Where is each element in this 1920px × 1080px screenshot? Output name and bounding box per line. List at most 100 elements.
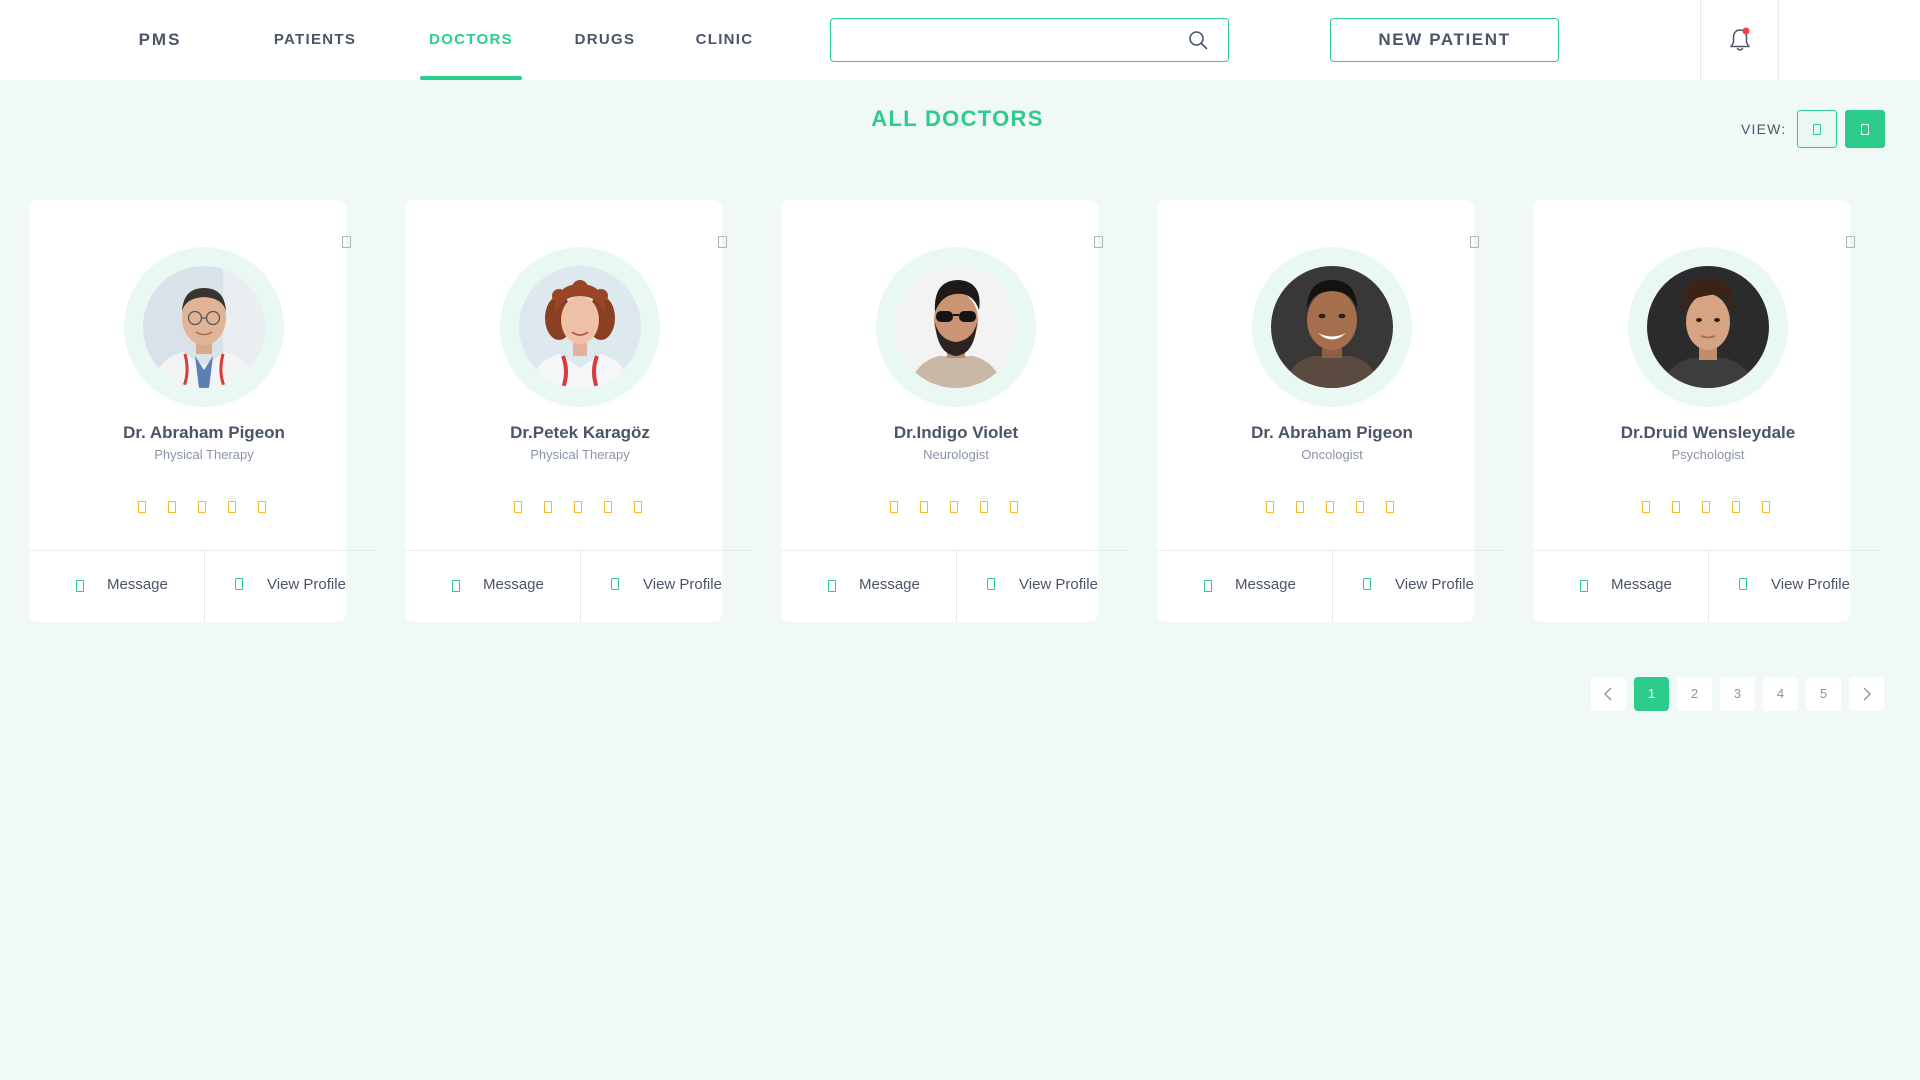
- star-icon: [1386, 501, 1394, 513]
- nav-link-doctors[interactable]: DOCTORS: [420, 0, 522, 80]
- notifications-button[interactable]: [1700, 0, 1779, 80]
- doctor-specialty: Physical Therapy: [154, 447, 254, 462]
- star-icon: [514, 501, 522, 513]
- profile-icon: [987, 578, 995, 590]
- new-patient-button[interactable]: NEW PATIENT: [1330, 18, 1559, 62]
- star-icon: [198, 501, 206, 513]
- star-icon: [1702, 501, 1710, 513]
- star-icon: [1356, 501, 1364, 513]
- view-profile-button[interactable]: View Profile: [1709, 551, 1883, 622]
- message-icon: [1204, 580, 1212, 592]
- message-icon: [828, 580, 836, 592]
- star-icon: [138, 501, 146, 513]
- chevron-right-icon: [1863, 687, 1871, 701]
- profile-icon: [235, 578, 243, 590]
- rating-stars: [514, 501, 654, 515]
- rating-stars: [1266, 501, 1406, 515]
- message-label: Message: [1611, 576, 1672, 593]
- profile-icon: [1739, 578, 1747, 590]
- message-label: Message: [107, 576, 168, 593]
- message-button[interactable]: Message: [29, 551, 204, 622]
- doctor-name: Dr.Druid Wensleydale: [1620, 423, 1796, 442]
- avatar: [1271, 266, 1393, 388]
- star-icon: [544, 501, 552, 513]
- avatar-frame: [876, 247, 1036, 407]
- star-icon: [1296, 501, 1304, 513]
- nav-link-clinic[interactable]: CLINIC: [686, 0, 763, 80]
- star-icon: [1266, 501, 1274, 513]
- star-icon: [980, 501, 988, 513]
- doctor-card: Dr. Abraham Pigeon Oncologist Message Vi…: [1157, 200, 1507, 622]
- star-icon: [258, 501, 266, 513]
- avatar-frame: [124, 247, 284, 407]
- avatar: [1647, 266, 1769, 388]
- star-icon: [920, 501, 928, 513]
- grid-view-icon: [1813, 124, 1821, 135]
- message-label: Message: [859, 576, 920, 593]
- view-profile-label: View Profile: [1771, 576, 1850, 593]
- search-box: [830, 18, 1229, 62]
- doctor-name: Dr.Indigo Violet: [893, 423, 1019, 442]
- card-options-icon[interactable]: [342, 236, 351, 248]
- message-icon: [452, 580, 460, 592]
- avatar: [519, 266, 641, 388]
- doctor-specialty: Oncologist: [1301, 447, 1363, 462]
- message-button[interactable]: Message: [781, 551, 956, 622]
- brand-logo[interactable]: PMS: [125, 0, 195, 80]
- avatar-frame: [1252, 247, 1412, 407]
- star-icon: [1642, 501, 1650, 513]
- avatar-frame: [1628, 247, 1788, 407]
- grid-view-button[interactable]: [1797, 110, 1837, 148]
- star-icon: [228, 501, 236, 513]
- view-profile-button[interactable]: View Profile: [957, 551, 1131, 622]
- avatar: [895, 266, 1017, 388]
- star-icon: [168, 501, 176, 513]
- page-button-3[interactable]: 3: [1720, 677, 1755, 711]
- view-profile-button[interactable]: View Profile: [581, 551, 755, 622]
- view-profile-label: View Profile: [1019, 576, 1098, 593]
- card-options-icon[interactable]: [1846, 236, 1855, 248]
- doctor-specialty: Physical Therapy: [530, 447, 630, 462]
- nav-link-patients[interactable]: PATIENTS: [265, 0, 365, 80]
- star-icon: [1732, 501, 1740, 513]
- doctor-specialty: Psychologist: [1671, 447, 1745, 462]
- page-button-4[interactable]: 4: [1763, 677, 1798, 711]
- next-page-button[interactable]: [1849, 677, 1884, 711]
- star-icon: [1010, 501, 1018, 513]
- doctor-card: Dr.Druid Wensleydale Psychologist Messag…: [1533, 200, 1883, 622]
- card-options-icon[interactable]: [718, 236, 727, 248]
- search-icon[interactable]: [1188, 30, 1208, 50]
- active-nav-indicator: [420, 76, 522, 80]
- view-profile-label: View Profile: [1395, 576, 1474, 593]
- avatar: [143, 266, 265, 388]
- message-button[interactable]: Message: [1533, 551, 1708, 622]
- rating-stars: [1642, 501, 1782, 515]
- star-icon: [950, 501, 958, 513]
- list-view-button[interactable]: [1845, 110, 1885, 148]
- card-options-icon[interactable]: [1094, 236, 1103, 248]
- message-button[interactable]: Message: [405, 551, 580, 622]
- page-button-1[interactable]: 1: [1634, 677, 1669, 711]
- message-label: Message: [1235, 576, 1296, 593]
- profile-icon: [611, 578, 619, 590]
- view-profile-label: View Profile: [267, 576, 346, 593]
- doctor-card: Dr.Petek Karagöz Physical Therapy Messag…: [405, 200, 755, 622]
- view-profile-button[interactable]: View Profile: [205, 551, 379, 622]
- notification-dot: [1742, 27, 1750, 35]
- page-button-5[interactable]: 5: [1806, 677, 1841, 711]
- previous-page-button[interactable]: [1591, 677, 1626, 711]
- card-options-icon[interactable]: [1470, 236, 1479, 248]
- doctor-photo: [143, 266, 265, 388]
- message-button[interactable]: Message: [1157, 551, 1332, 622]
- top-navbar: PMS PATIENTS DOCTORS DRUGS CLINIC NEW PA…: [0, 0, 1920, 80]
- search-input[interactable]: [843, 23, 1173, 57]
- nav-link-drugs[interactable]: DRUGS: [565, 0, 645, 80]
- star-icon: [890, 501, 898, 513]
- doctor-photo: [895, 266, 1017, 388]
- star-icon: [634, 501, 642, 513]
- view-profile-button[interactable]: View Profile: [1333, 551, 1507, 622]
- message-icon: [76, 580, 84, 592]
- star-icon: [1762, 501, 1770, 513]
- chevron-left-icon: [1604, 687, 1612, 701]
- page-button-2[interactable]: 2: [1677, 677, 1712, 711]
